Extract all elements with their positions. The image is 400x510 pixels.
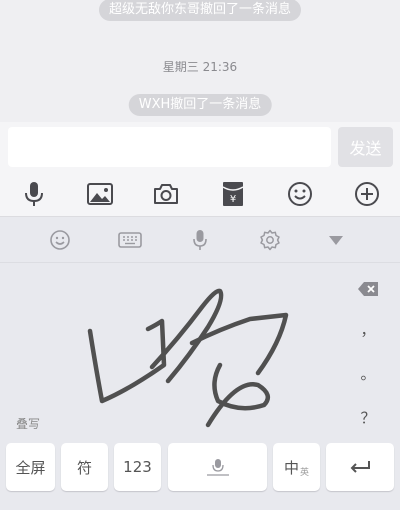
- emoji-icon: [50, 230, 70, 250]
- input-bar: 发送: [0, 122, 400, 172]
- question-key[interactable]: ？: [352, 405, 384, 429]
- microphone-icon: [193, 230, 207, 250]
- keyboard-settings-button[interactable]: [257, 228, 283, 252]
- camera-button[interactable]: [150, 179, 182, 209]
- microphone-icon: [25, 182, 43, 206]
- more-button[interactable]: [351, 179, 383, 209]
- keyboard-icon: [118, 232, 142, 248]
- language-toggle-key[interactable]: 中英: [273, 443, 320, 491]
- keyboard-switch-button[interactable]: [117, 228, 143, 252]
- red-packet-icon: ¥: [222, 182, 244, 206]
- space-key[interactable]: [168, 443, 267, 491]
- ink-stroke: [87, 318, 167, 404]
- handwriting-canvas[interactable]: [60, 269, 310, 434]
- enter-icon: [350, 461, 370, 473]
- fullscreen-key[interactable]: 全屏: [6, 443, 55, 491]
- emoji-icon: [288, 182, 312, 206]
- keyboard-emoji-button[interactable]: [47, 228, 73, 252]
- period-key[interactable]: 。: [352, 361, 384, 385]
- image-icon: [87, 183, 113, 205]
- recall-notice: WXH撤回了一条消息: [128, 94, 272, 116]
- camera-icon: [154, 184, 178, 204]
- handwriting-keyboard: ， 。 ？ 叠写 全屏 符 123 中英: [0, 216, 400, 510]
- send-button[interactable]: 发送: [338, 127, 393, 167]
- keyboard-top-bar: [0, 217, 400, 263]
- settings-icon: [260, 229, 280, 251]
- emoji-button[interactable]: [284, 179, 316, 209]
- chat-toolbar: ¥: [0, 172, 400, 216]
- message-input[interactable]: [8, 127, 331, 167]
- symbol-key[interactable]: 符: [61, 443, 108, 491]
- voice-button[interactable]: [18, 179, 50, 209]
- delete-key[interactable]: [352, 277, 384, 301]
- image-button[interactable]: [84, 179, 116, 209]
- backspace-icon: [358, 282, 378, 296]
- collapse-triangle-icon: [329, 236, 343, 245]
- keyboard-voice-button[interactable]: [187, 228, 213, 252]
- recall-notice: 超级无敌你东哥撤回了一条消息: [98, 0, 302, 21]
- overlap-writing-label[interactable]: 叠写: [16, 415, 40, 432]
- red-packet-button[interactable]: ¥: [217, 179, 249, 209]
- plus-icon: [355, 182, 379, 206]
- number-key[interactable]: 123: [114, 443, 161, 491]
- keyboard-collapse-button[interactable]: [323, 228, 349, 252]
- lang-sub-label: 英: [300, 467, 310, 478]
- red-packet-symbol: ¥: [230, 194, 236, 205]
- chat-area: 超级无敌你东哥撤回了一条消息 星期三 21:36 WXH撤回了一条消息: [0, 0, 400, 122]
- enter-key[interactable]: [326, 443, 394, 491]
- comma-key[interactable]: ，: [352, 317, 384, 341]
- lang-main-label: 中: [283, 458, 299, 477]
- timestamp: 星期三 21:36: [162, 60, 238, 74]
- ink-stroke: [189, 312, 289, 376]
- microphone-icon: [206, 459, 229, 476]
